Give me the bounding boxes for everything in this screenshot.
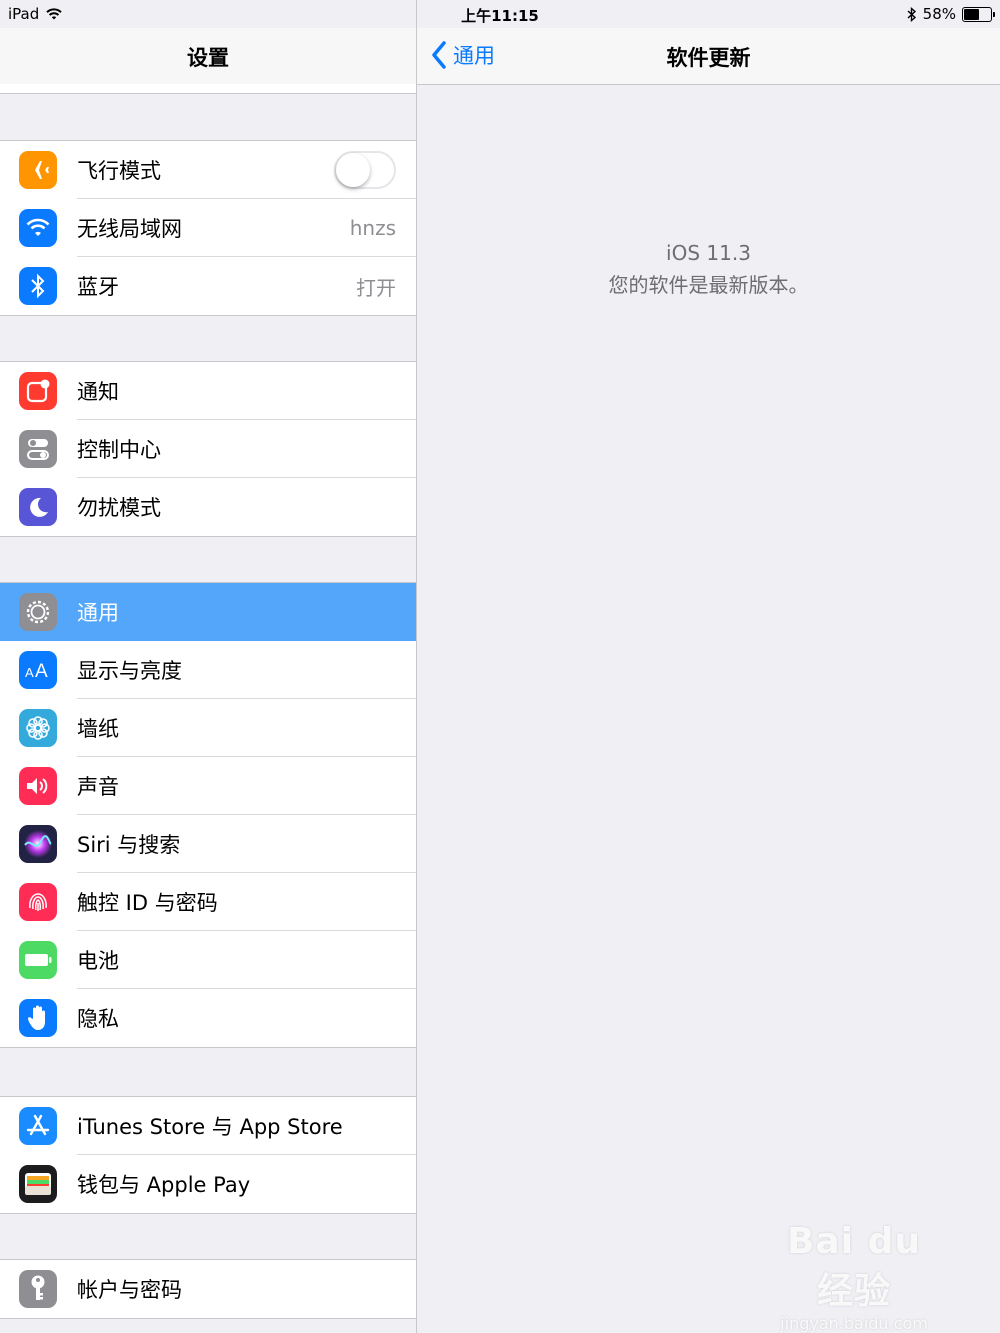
bluetooth-status-icon	[907, 6, 916, 22]
airplane-mode-toggle[interactable]	[334, 151, 396, 189]
battery-fill	[964, 8, 980, 20]
app-store-icon	[19, 1107, 57, 1145]
sidebar-item-battery[interactable]: 电池	[0, 931, 416, 989]
key-icon	[19, 1270, 57, 1308]
moon-icon	[19, 488, 57, 526]
hand-icon	[19, 999, 57, 1037]
watermark-brand: Bai du 经验	[786, 1221, 921, 1312]
status-bar: iPad 上午11:15 58%	[0, 0, 1000, 28]
sidebar-item-label: 墙纸	[77, 717, 119, 741]
sidebar-item-display-aa[interactable]: A A 显示与亮度	[0, 641, 416, 699]
sidebar-item-app-store[interactable]: iTunes Store 与 App Store	[0, 1097, 416, 1155]
sidebar-item-wallpaper-flower[interactable]: 墙纸	[0, 699, 416, 757]
settings-group: 通知控制中心勿扰模式	[0, 361, 416, 537]
settings-group: 飞行模式无线局域网 hnzs 蓝牙 打开	[0, 140, 416, 316]
control-center-icon	[19, 430, 57, 468]
sidebar-item-label: 勿扰模式	[77, 496, 161, 520]
sidebar-item-wifi[interactable]: 无线局域网 hnzs	[0, 199, 416, 257]
settings-group: 通用 A A 显示与亮度墙纸声音 Siri 与搜索触控 ID 与密码 电池隐私	[0, 582, 416, 1048]
wallet-icon	[19, 1165, 57, 1203]
detail-header: 通用 软件更新	[417, 28, 1000, 85]
sidebar-item-label: 声音	[77, 775, 119, 799]
sidebar-item-hand[interactable]: 隐私	[0, 989, 416, 1047]
svg-text:A: A	[25, 665, 34, 680]
sidebar-item-notifications[interactable]: 通知	[0, 362, 416, 420]
toggle-knob	[336, 153, 370, 187]
sidebar-item-gear[interactable]: 通用	[0, 583, 416, 641]
ios-version: iOS 11.3	[666, 241, 751, 265]
sidebar-item-label: 钱包与 Apple Pay	[77, 1173, 251, 1197]
baidu-watermark: Bai du 经验 jingyan.baidu.com	[764, 1221, 944, 1333]
sidebar-item-label: 控制中心	[77, 438, 161, 462]
sidebar-item-label: 通用	[77, 601, 119, 625]
detail-pane: 通用 软件更新 iOS 11.3 您的软件是最新版本。	[417, 0, 1000, 1333]
sidebar-title: 设置	[187, 46, 229, 70]
battery-icon	[19, 941, 57, 979]
top-partial-group	[0, 84, 416, 94]
sidebar-item-key[interactable]: 帐户与密码	[0, 1260, 416, 1318]
sidebar-item-moon[interactable]: 勿扰模式	[0, 478, 416, 536]
wifi-icon	[19, 209, 57, 247]
gear-icon	[19, 593, 57, 631]
wallpaper-flower-icon	[19, 709, 57, 747]
sidebar-item-bluetooth[interactable]: 蓝牙 打开	[0, 257, 416, 315]
display-aa-icon: AA	[19, 651, 57, 689]
battery-percent: 58%	[922, 5, 956, 23]
status-right: 58%	[907, 5, 995, 23]
up-to-date-message: 您的软件是最新版本。	[608, 273, 809, 297]
sidebar-item-label: 蓝牙	[77, 275, 119, 299]
sidebar-item-siri[interactable]: Siri 与搜索	[0, 815, 416, 873]
sidebar-item-control-center[interactable]: 控制中心	[0, 420, 416, 478]
sidebar-item-label: 飞行模式	[77, 159, 161, 183]
sidebar-item-wallet[interactable]: 钱包与 Apple Pay	[0, 1155, 416, 1213]
settings-group: 帐户与密码	[0, 1259, 416, 1319]
sidebar-item-label: 触控 ID 与密码	[77, 891, 218, 915]
battery-status-icon	[962, 6, 995, 22]
sidebar-item-label: iTunes Store 与 App Store	[77, 1115, 343, 1139]
speaker-icon	[19, 767, 57, 805]
detail-title: 软件更新	[666, 46, 751, 70]
notifications-icon	[19, 372, 57, 410]
sidebar-item-label: 无线局域网	[77, 217, 182, 241]
bluetooth-icon	[19, 267, 57, 305]
watermark-url: jingyan.baidu.com	[780, 1314, 928, 1333]
sidebar-item-label: 通知	[77, 380, 119, 404]
sidebar-header: 设置	[0, 28, 416, 85]
settings-group: iTunes Store 与 App Store 钱包与 Apple Pay	[0, 1096, 416, 1214]
fingerprint-icon	[19, 883, 57, 921]
sidebar-item-label: Siri 与搜索	[77, 833, 181, 857]
svg-text:A: A	[35, 661, 48, 680]
sidebar-item-label: 帐户与密码	[77, 1278, 182, 1302]
siri-icon	[19, 825, 57, 863]
airplane-icon	[19, 151, 57, 189]
sidebar-item-fingerprint[interactable]: 触控 ID 与密码	[0, 873, 416, 931]
status-time: 上午11:15	[461, 7, 539, 25]
sidebar-item-label: 显示与亮度	[77, 659, 182, 683]
sidebar-item-value: 打开	[356, 275, 396, 300]
sidebar-item-label: 隐私	[77, 1007, 119, 1031]
sidebar-item-speaker[interactable]: 声音	[0, 757, 416, 815]
settings-sidebar: 设置 飞行模式无线局域网 hnzs 蓝牙 打开通知控制中心勿扰模式通用 A A 显示与亮度墙…	[0, 0, 417, 1333]
sidebar-item-label: 电池	[77, 949, 119, 973]
sidebar-item-airplane[interactable]: 飞行模式	[0, 141, 416, 199]
sidebar-item-value: hnzs	[349, 216, 396, 240]
